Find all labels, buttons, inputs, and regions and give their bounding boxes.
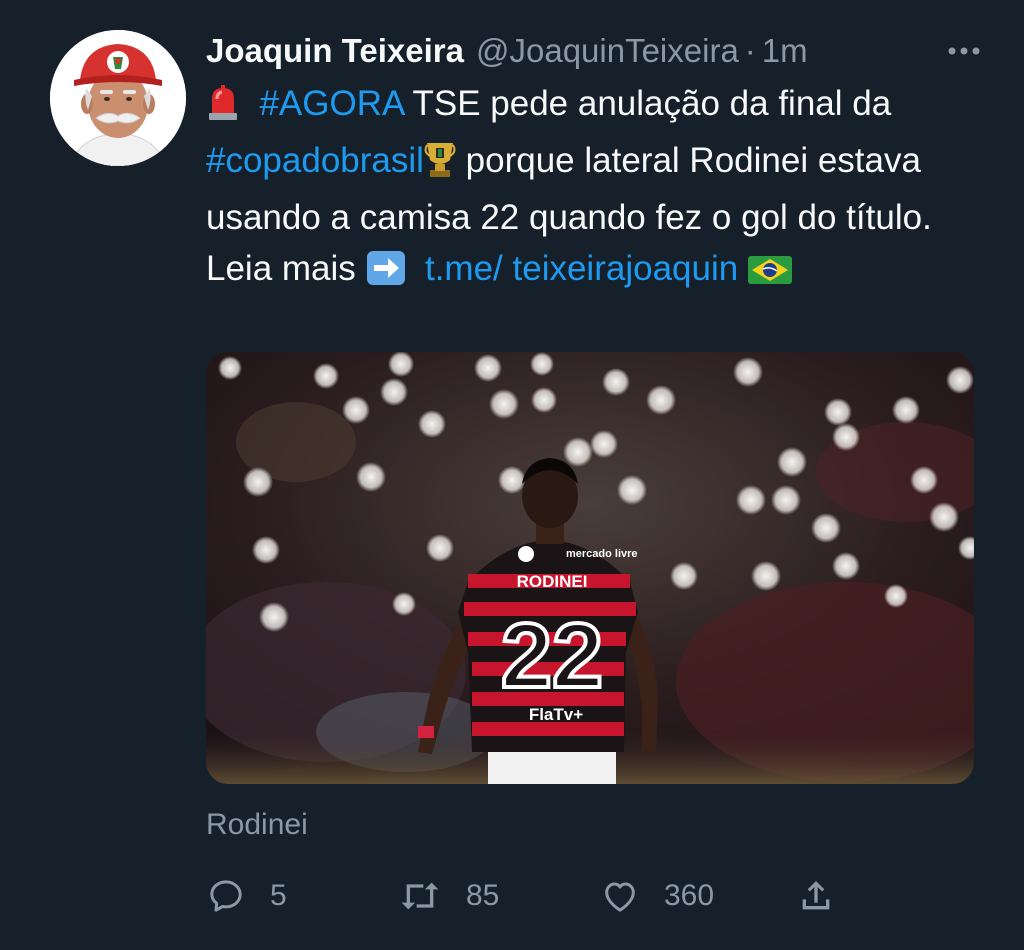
siren-emoji-icon <box>206 84 240 135</box>
trophy-emoji-icon <box>424 140 456 192</box>
more-dots-icon <box>948 47 980 55</box>
hashtag-agora-link[interactable]: #AGORA <box>259 84 403 123</box>
author-handle[interactable]: @JoaquinTeixeira <box>476 32 739 70</box>
tweet-text: #AGORA TSE pede anulação da final da #co… <box>206 78 996 300</box>
header-separator: · <box>744 32 756 69</box>
heart-icon <box>605 882 635 912</box>
retweet-count: 85 <box>466 879 500 912</box>
media-caption: Rodinei <box>206 808 308 841</box>
tweet-timestamp[interactable]: 1m <box>762 32 808 70</box>
avatar-image <box>50 30 186 166</box>
author-avatar[interactable] <box>50 30 186 166</box>
jersey-name: RODINEI <box>517 572 588 591</box>
like-button[interactable]: 360 <box>600 868 714 924</box>
tweet-text-part-1: TSE pede anulação da final da <box>403 84 892 123</box>
right-arrow-emoji-icon <box>366 249 406 300</box>
tweet-header: Joaquin Teixeira @JoaquinTeixeira · 1m <box>206 28 984 74</box>
reply-count: 5 <box>270 879 287 912</box>
jersey-number: 22 <box>501 605 603 707</box>
share-button[interactable] <box>796 868 836 924</box>
tweet-media-photo[interactable]: mercado livre RODINEI 22 FlaTv+ <box>206 352 974 784</box>
retweet-icon <box>401 882 439 910</box>
tweet: Joaquin Teixeira @JoaquinTeixeira · 1m #… <box>0 0 1024 950</box>
hashtag-copadobrasil-link[interactable]: #copadobrasil <box>206 141 424 180</box>
reply-button[interactable]: 5 <box>206 868 287 924</box>
tweet-actions: 5 85 360 <box>206 868 846 924</box>
brazil-flag-emoji-icon <box>747 249 792 300</box>
telegram-link[interactable]: t.me/ teixeirajoaquin <box>425 249 738 288</box>
author-display-name[interactable]: Joaquin Teixeira <box>206 32 464 70</box>
retweet-button[interactable]: 85 <box>398 868 499 924</box>
share-icon <box>802 881 830 910</box>
jersey-sponsor-top: mercado livre <box>566 548 638 560</box>
stadium-player-photo: mercado livre RODINEI 22 FlaTv+ <box>206 352 974 784</box>
like-count: 360 <box>664 879 715 912</box>
more-options-button[interactable] <box>944 36 984 66</box>
reply-icon <box>210 880 242 912</box>
jersey-sponsor-bottom: FlaTv+ <box>529 705 583 724</box>
